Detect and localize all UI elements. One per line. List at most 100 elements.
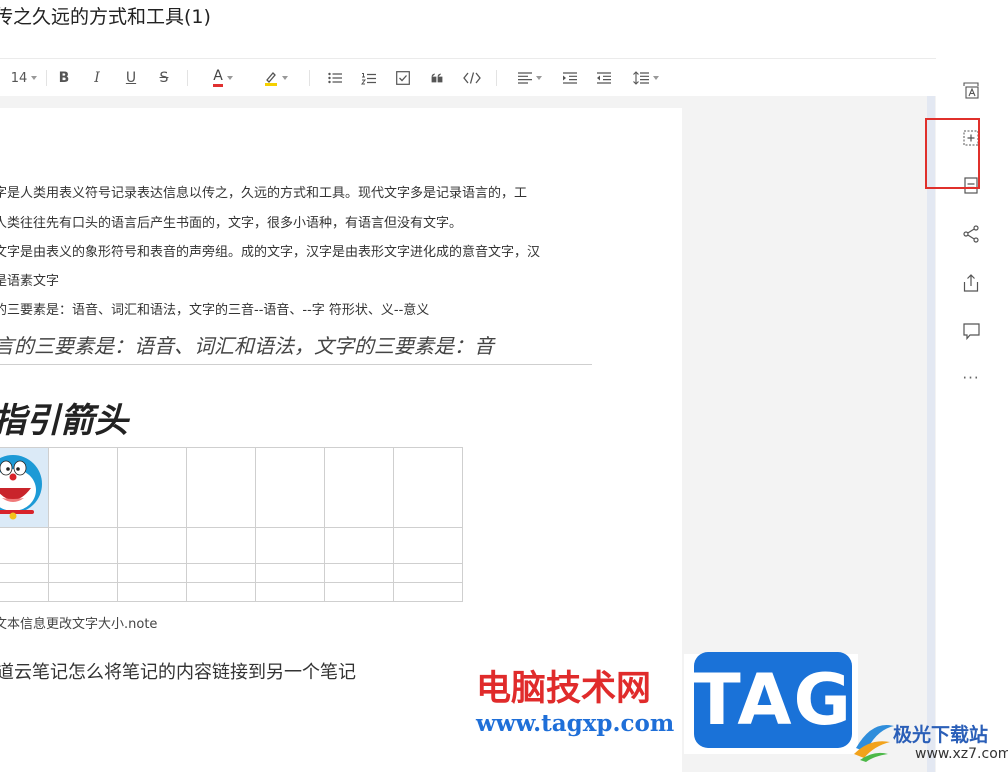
chevron-down-icon [31, 76, 38, 80]
table-cell-image[interactable] [0, 447, 49, 528]
italic-button[interactable]: I [87, 60, 107, 96]
table-row [0, 563, 463, 583]
numbered-list-button[interactable] [359, 60, 377, 96]
italic-icon: I [94, 70, 100, 86]
note-link-title[interactable]: 道云笔记怎么将笔记的内容链接到另一个笔记 [0, 658, 356, 684]
table-cell[interactable] [393, 527, 463, 564]
table-cell[interactable] [186, 563, 256, 583]
export-icon [963, 274, 979, 292]
note-link[interactable]: 文本信息更改文字大小.note [0, 613, 157, 632]
quote-block[interactable]: 言的三要素是：语音、词汇和语法，文字的三要素是：音 [0, 330, 494, 359]
table-cell[interactable] [117, 563, 187, 583]
paragraph[interactable]: 文字是由表义的象形符号和表音的声旁组。成的文字，汉字是由表形文字进化成的意音文字… [0, 241, 540, 260]
chevron-down-icon [282, 76, 288, 80]
table-cell[interactable] [186, 582, 256, 602]
watermark-site-name: 电脑技术网 [476, 669, 652, 709]
table-cell[interactable] [117, 527, 187, 564]
watermark-brand-url: www.xz7.com [915, 746, 1008, 762]
quote-button[interactable] [428, 60, 446, 96]
table-cell[interactable] [0, 582, 49, 602]
strikethrough-icon: S [159, 70, 169, 86]
quote-icon [431, 73, 443, 83]
highlight-button[interactable] [256, 60, 296, 96]
table-cell[interactable] [186, 447, 256, 528]
underline-icon: U [125, 70, 137, 86]
chevron-down-icon [226, 76, 233, 80]
checkbox-icon [396, 71, 410, 85]
outdent-button[interactable] [595, 60, 613, 96]
table-cell[interactable] [324, 447, 394, 528]
toolbar-divider [496, 70, 497, 86]
more-icon: ··· [962, 368, 980, 387]
export-button[interactable] [954, 266, 988, 300]
comment-icon [962, 322, 980, 340]
table-cell[interactable] [255, 582, 325, 602]
aurora-logo-icon [854, 724, 894, 762]
table-cell[interactable] [393, 447, 463, 528]
horizontal-rule [0, 364, 592, 365]
table-cell[interactable] [255, 563, 325, 583]
table-cell[interactable] [48, 527, 118, 564]
text-format-button[interactable] [954, 73, 988, 107]
align-button[interactable] [513, 60, 547, 96]
more-button[interactable]: ··· [954, 361, 988, 395]
chevron-down-icon [653, 76, 659, 80]
heading[interactable]: 指引箭头 [0, 393, 128, 442]
indent-icon [563, 72, 577, 84]
toolbar-divider [187, 70, 188, 86]
table-cell[interactable] [324, 563, 394, 583]
checkbox-button[interactable] [394, 60, 412, 96]
bold-button[interactable]: B [54, 60, 74, 96]
bold-icon: B [58, 70, 70, 86]
content-table [0, 447, 463, 602]
table-cell[interactable] [393, 582, 463, 602]
table-cell[interactable] [324, 527, 394, 564]
indent-button[interactable] [561, 60, 579, 96]
app-root: 传之久远的方式和工具(1) 14 B I U S A 字是人类用表义符号记录表达… [0, 0, 1008, 772]
font-size-select[interactable]: 14 [8, 60, 40, 96]
table-cell[interactable] [324, 582, 394, 602]
strikethrough-button[interactable]: S [154, 60, 174, 96]
table-cell[interactable] [117, 447, 187, 528]
toolbar-divider [309, 70, 310, 86]
document-title[interactable]: 传之久远的方式和工具(1) [0, 2, 211, 29]
chevron-down-icon [536, 76, 542, 80]
table-cell[interactable] [48, 563, 118, 583]
watermark-url: www.tagxp.com [476, 710, 675, 737]
bullet-list-button[interactable] [326, 60, 344, 96]
table-cell[interactable] [48, 447, 118, 528]
underline-button[interactable]: U [121, 60, 141, 96]
table-cell[interactable] [393, 563, 463, 583]
highlight-icon [265, 72, 277, 86]
table-cell[interactable] [255, 447, 325, 528]
highlight-annotation-box [925, 118, 980, 189]
watermark-tag-text: TAG [693, 659, 853, 741]
doraemon-image [0, 455, 42, 520]
watermark-tag-logo: TAG [693, 652, 853, 748]
paragraph[interactable]: 人类往往先有口头的语言后产生书面的，文字，很多小语种，有语言但没有文字。 [0, 212, 462, 231]
table-cell[interactable] [0, 527, 49, 564]
comment-button[interactable] [954, 314, 988, 348]
table-cell[interactable] [255, 527, 325, 564]
paragraph[interactable]: 字是人类用表义符号记录表达信息以传之，久远的方式和工具。现代文字多是记录语言的，… [0, 182, 527, 201]
paragraph[interactable]: 的三要素是：语音、词汇和语法，文字的三音--语音、--字 符形状、义--意义 [0, 299, 429, 318]
table-cell[interactable] [186, 527, 256, 564]
align-icon [518, 72, 532, 84]
table-row [0, 527, 463, 564]
font-color-icon: A [213, 69, 223, 87]
code-button[interactable] [461, 60, 483, 96]
font-color-button[interactable]: A [203, 60, 243, 96]
numbered-list-icon [360, 72, 376, 84]
share-button[interactable] [954, 217, 988, 251]
table-row [0, 582, 463, 602]
paragraph[interactable]: 是语素文字 [0, 270, 59, 289]
header-divider [0, 58, 936, 59]
line-height-button[interactable] [628, 60, 664, 96]
table-cell[interactable] [0, 563, 49, 583]
table-cell[interactable] [117, 582, 187, 602]
table-cell[interactable] [48, 582, 118, 602]
bullet-list-icon [328, 72, 342, 84]
table-row [0, 447, 463, 528]
vertical-scrollbar[interactable] [927, 96, 935, 772]
outdent-icon [597, 72, 611, 84]
